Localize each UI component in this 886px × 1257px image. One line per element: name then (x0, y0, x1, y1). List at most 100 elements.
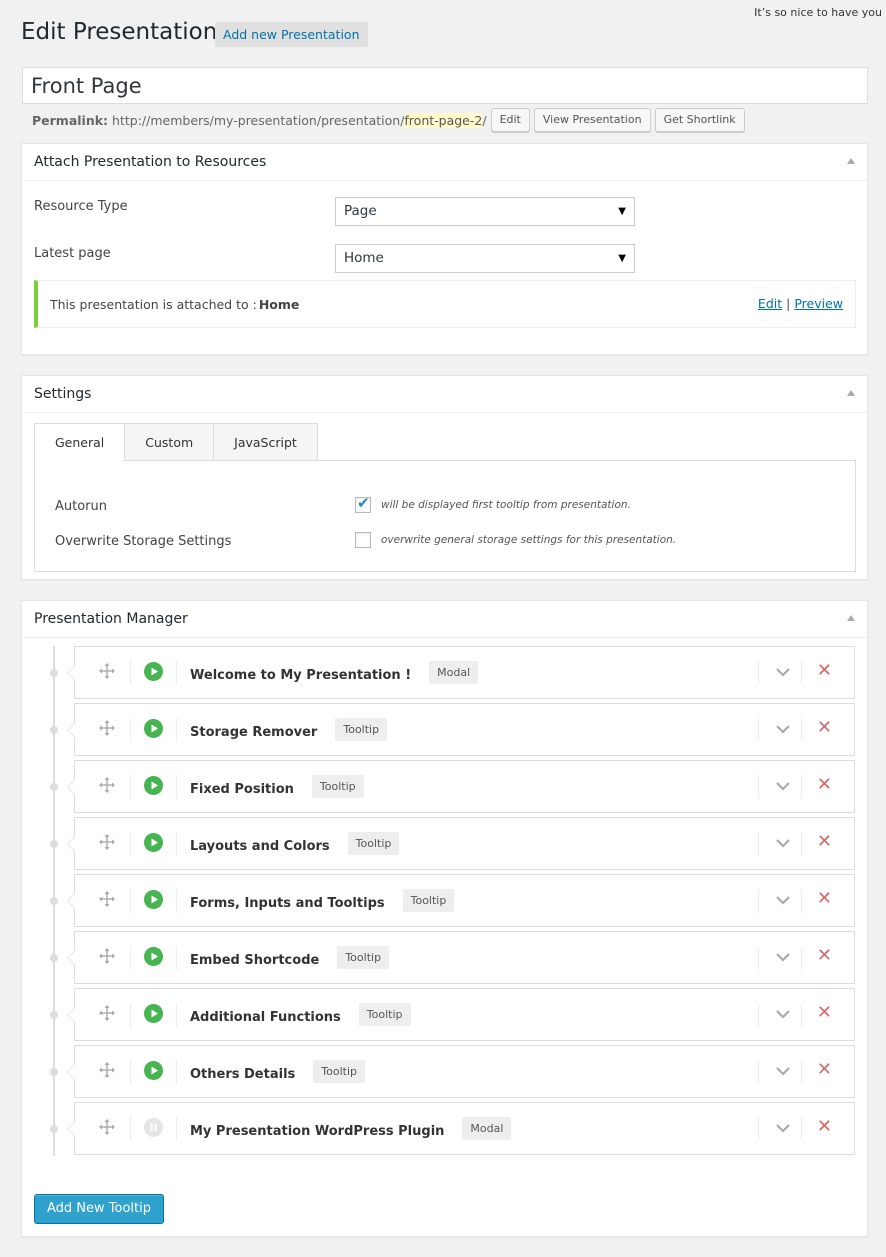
timeline-dot (50, 840, 58, 848)
drag-handle-icon[interactable] (99, 834, 115, 850)
play-icon[interactable] (144, 1004, 163, 1023)
drag-handle-icon[interactable] (99, 1119, 115, 1135)
delete-icon[interactable]: ✕ (817, 832, 832, 852)
tooltip-title[interactable]: Others Details Tooltip (190, 1060, 365, 1086)
title-input[interactable]: Front Page (22, 67, 868, 104)
collapse-arrow-icon[interactable] (847, 390, 855, 396)
play-icon[interactable] (144, 776, 163, 795)
play-icon[interactable] (144, 833, 163, 852)
delete-icon[interactable]: ✕ (817, 946, 832, 966)
chevron-down-icon[interactable] (776, 837, 790, 848)
delete-icon[interactable]: ✕ (817, 1117, 832, 1137)
tooltip-title[interactable]: Additional Functions Tooltip (190, 1003, 411, 1029)
row-divider (758, 1117, 759, 1141)
permalink-base: http://members/my-presentation/presentat… (112, 112, 405, 128)
delete-icon[interactable]: ✕ (817, 661, 832, 681)
pause-icon[interactable] (144, 1118, 163, 1137)
tooltip-title[interactable]: Welcome to My Presentation ! Modal (190, 661, 479, 687)
autorun-checkbox[interactable]: ✔ (355, 494, 371, 513)
tooltip-title[interactable]: Embed Shortcode Tooltip (190, 946, 390, 972)
drag-handle-icon[interactable] (99, 720, 115, 736)
settings-box-header[interactable]: Settings (22, 376, 867, 413)
tooltip-title[interactable]: Storage Remover Tooltip (190, 718, 388, 744)
tooltip-row[interactable]: My Presentation WordPress Plugin Modal ✕ (67, 1102, 855, 1155)
storage-checkbox[interactable] (355, 532, 371, 548)
play-icon[interactable] (144, 890, 163, 909)
tooltip-title-text: Layouts and Colors (190, 839, 330, 854)
row-divider (176, 775, 177, 799)
play-icon[interactable] (144, 662, 163, 681)
chevron-down-icon[interactable] (776, 1008, 790, 1019)
tooltip-row[interactable]: Layouts and Colors Tooltip ✕ (67, 817, 855, 870)
tooltip-title-text: Additional Functions (190, 1010, 341, 1025)
delete-icon[interactable]: ✕ (817, 1060, 832, 1080)
tooltip-title[interactable]: Fixed Position Tooltip (190, 775, 364, 801)
tab-custom[interactable]: Custom (124, 423, 215, 460)
resource-type-label: Resource Type (34, 199, 128, 214)
delete-icon[interactable]: ✕ (817, 775, 832, 795)
settings-box: Settings General Custom JavaScript Autor… (21, 375, 868, 580)
attach-box-title: Attach Presentation to Resources (34, 154, 267, 170)
drag-handle-icon[interactable] (99, 891, 115, 907)
storage-label: Overwrite Storage Settings (55, 534, 232, 549)
delete-icon[interactable]: ✕ (817, 889, 832, 909)
chevron-down-icon[interactable] (776, 951, 790, 962)
tooltip-title[interactable]: Forms, Inputs and Tooltips Tooltip (190, 889, 455, 915)
attach-box-header[interactable]: Attach Presentation to Resources (22, 144, 867, 181)
resource-type-select[interactable]: Page ▼ (335, 197, 635, 226)
tooltip-row[interactable]: Others Details Tooltip ✕ (67, 1045, 855, 1098)
delete-icon[interactable]: ✕ (817, 718, 832, 738)
drag-handle-icon[interactable] (99, 948, 115, 964)
play-icon[interactable] (144, 947, 163, 966)
row-divider (130, 1003, 131, 1027)
tooltip-title[interactable]: Layouts and Colors Tooltip (190, 832, 400, 858)
row-divider (176, 1060, 177, 1084)
notice-preview-link[interactable]: Preview (794, 296, 843, 311)
chevron-down-icon[interactable] (776, 894, 790, 905)
get-shortlink-button[interactable]: Get Shortlink (654, 108, 745, 132)
add-new-tooltip-button[interactable]: Add New Tooltip (34, 1194, 164, 1224)
permalink-edit-button[interactable]: Edit (490, 108, 530, 132)
chevron-down-icon[interactable] (776, 1065, 790, 1076)
settings-tabs: General Custom JavaScript (34, 423, 318, 461)
tooltip-row[interactable]: Fixed Position Tooltip ✕ (67, 760, 855, 813)
row-divider (801, 775, 802, 799)
row-divider (176, 1003, 177, 1027)
delete-icon[interactable]: ✕ (817, 1003, 832, 1023)
notice-target: Home (258, 296, 300, 312)
tooltip-row[interactable]: Storage Remover Tooltip ✕ (67, 703, 855, 756)
latest-page-select[interactable]: Home ▼ (335, 244, 635, 273)
drag-handle-icon[interactable] (99, 663, 115, 679)
tooltip-title-text: My Presentation WordPress Plugin (190, 1124, 445, 1139)
row-divider (176, 946, 177, 970)
tooltip-title[interactable]: My Presentation WordPress Plugin Modal (190, 1117, 512, 1143)
chevron-down-icon[interactable] (776, 780, 790, 791)
manager-box-header[interactable]: Presentation Manager (22, 601, 867, 638)
drag-handle-icon[interactable] (99, 1062, 115, 1078)
collapse-arrow-icon[interactable] (847, 615, 855, 621)
permalink-slug[interactable]: front-page-2 (404, 112, 483, 128)
drag-handle-icon[interactable] (99, 1005, 115, 1021)
play-icon[interactable] (144, 719, 163, 738)
row-divider (130, 775, 131, 799)
greeting: It’s so nice to have you (754, 6, 882, 19)
tooltip-row[interactable]: Additional Functions Tooltip ✕ (67, 988, 855, 1041)
tooltip-row[interactable]: Embed Shortcode Tooltip ✕ (67, 931, 855, 984)
chevron-down-icon[interactable] (776, 723, 790, 734)
tab-javascript[interactable]: JavaScript (213, 423, 318, 460)
tooltip-row[interactable]: Welcome to My Presentation ! Modal ✕ (67, 646, 855, 699)
row-divider (758, 889, 759, 913)
row-divider (130, 1117, 131, 1141)
tab-general[interactable]: General (34, 423, 126, 461)
tooltip-row[interactable]: Forms, Inputs and Tooltips Tooltip ✕ (67, 874, 855, 927)
row-divider (176, 718, 177, 742)
notice-edit-link[interactable]: Edit (758, 296, 782, 311)
play-icon[interactable] (144, 1061, 163, 1080)
drag-handle-icon[interactable] (99, 777, 115, 793)
chevron-down-icon[interactable] (776, 1122, 790, 1133)
timeline-dot (50, 1125, 58, 1133)
chevron-down-icon[interactable] (776, 666, 790, 677)
view-presentation-button[interactable]: View Presentation (533, 108, 651, 132)
collapse-arrow-icon[interactable] (847, 158, 855, 164)
add-new-presentation-button[interactable]: Add new Presentation (215, 22, 368, 47)
